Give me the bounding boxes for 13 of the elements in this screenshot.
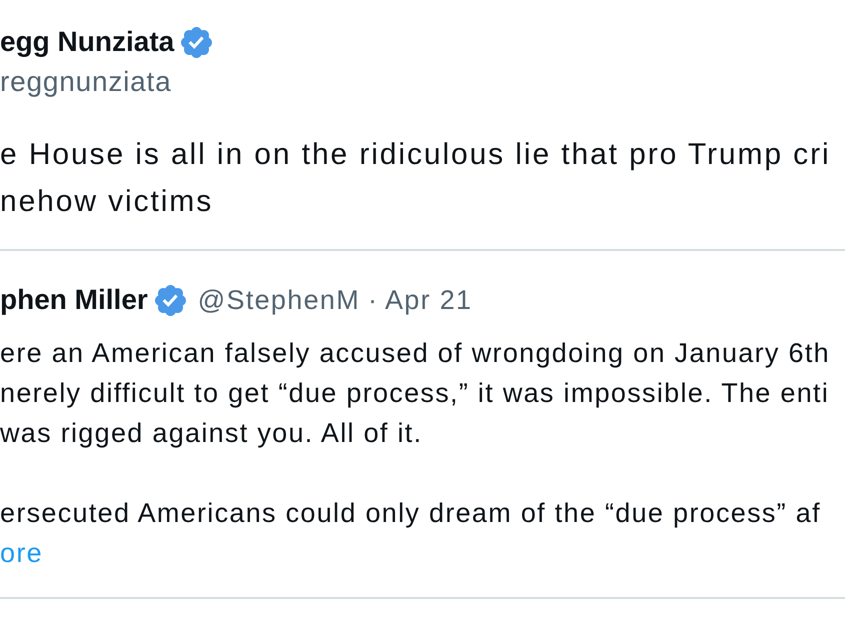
separator-dot: · — [368, 284, 377, 317]
quote-card[interactable] — [0, 249, 845, 599]
quoted-tweet-text: ersecuted Americans could only dream of the “due process” af — [0, 497, 821, 530]
tweet-date[interactable]: Apr 21 — [385, 280, 472, 320]
quoted-author-name: phen Miller — [0, 283, 148, 317]
tweet-text: e House is all in on the ridiculous lie that pro Trump cri — [0, 137, 831, 173]
quoted-tweet-text: nerely difficult to get “due process,” it was impossible. The enti — [0, 377, 830, 410]
quoted-tweet-text: was rigged against you. All of it. — [0, 417, 422, 450]
tweet-text: nehow victims — [0, 184, 214, 220]
author-handle[interactable]: reggnunziata — [0, 65, 172, 99]
quoted-author-handle: @StephenM — [198, 284, 360, 317]
quoted-tweet-text: ere an American falsely accused of wrongdoing on January 6th — [0, 337, 830, 370]
author-name[interactable]: egg Nunziata — [0, 25, 174, 59]
